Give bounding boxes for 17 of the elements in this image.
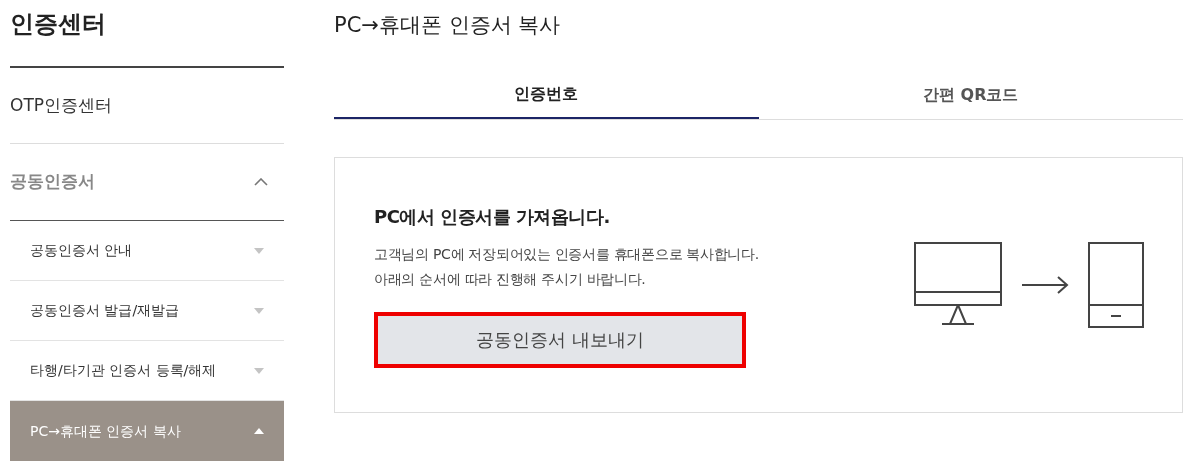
sidebar-title: 인증센터 [10, 9, 106, 40]
sidebar-group-header[interactable]: 공동인증서 [10, 144, 284, 221]
card-heading: PC에서 인증서를 가져옵니다. [374, 204, 611, 229]
caret-down-icon [254, 367, 264, 374]
caret-up-icon [254, 428, 264, 434]
tab[interactable]: 인증번호 [334, 70, 759, 119]
export-button[interactable]: 공동인증서 내보내기 [374, 311, 746, 368]
sidebar-link[interactable]: OTP인증센터 [10, 92, 113, 119]
caret-down-icon [254, 307, 264, 314]
chevron-up-icon [254, 178, 268, 186]
page-title: PC→휴대폰 인증서 복사 [334, 12, 562, 39]
description-text: 고객님의 PC에 저장되어있는 인증서를 휴대폰으로 복사합니다. [374, 244, 760, 264]
sidebar-subitem[interactable]: 공동인증서 안내 [10, 221, 284, 281]
tab[interactable]: 간편 QR코드 [758, 70, 1183, 119]
caret-down-icon [254, 247, 264, 254]
description-text: 아래의 순서에 따라 진행해 주시기 바랍니다. [374, 269, 647, 289]
sidebar-subitem[interactable]: 공동인증서 발급/재발급 [10, 281, 284, 341]
